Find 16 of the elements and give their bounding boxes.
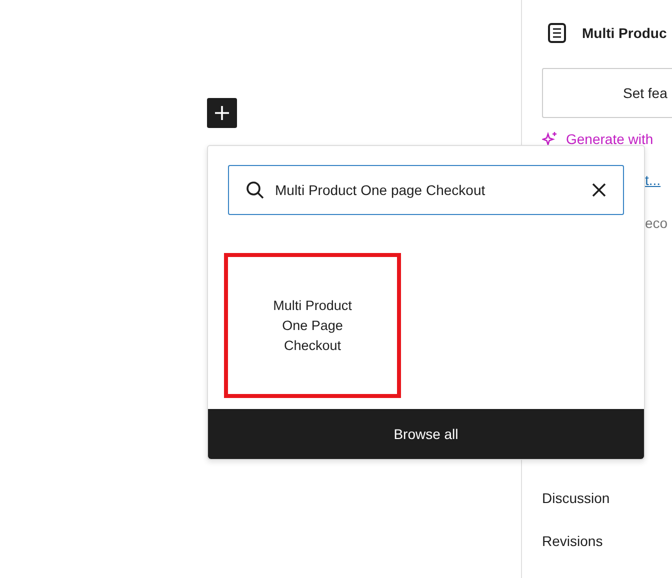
set-featured-image-button[interactable]: Set fea: [542, 68, 672, 118]
panel-toggle[interactable]: Discussion: [542, 490, 610, 506]
block-result[interactable]: Multi Product One Page Checkout: [224, 253, 401, 398]
post-title: Multi Produc: [582, 25, 667, 41]
document-icon: [547, 22, 567, 44]
sidebar-link[interactable]: t...: [645, 172, 661, 188]
browse-all-button[interactable]: Browse all: [208, 409, 644, 459]
add-block-button[interactable]: [207, 98, 237, 128]
generate-link[interactable]: Generate with: [542, 131, 654, 147]
panel-toggle[interactable]: Revisions: [542, 533, 603, 549]
close-icon[interactable]: [591, 182, 607, 198]
sidebar-text: eco: [645, 215, 668, 231]
plus-icon: [214, 105, 230, 121]
search-field[interactable]: Multi Product One page Checkout: [228, 165, 624, 215]
sparkle-icon: [542, 131, 558, 147]
search-icon: [245, 180, 265, 200]
